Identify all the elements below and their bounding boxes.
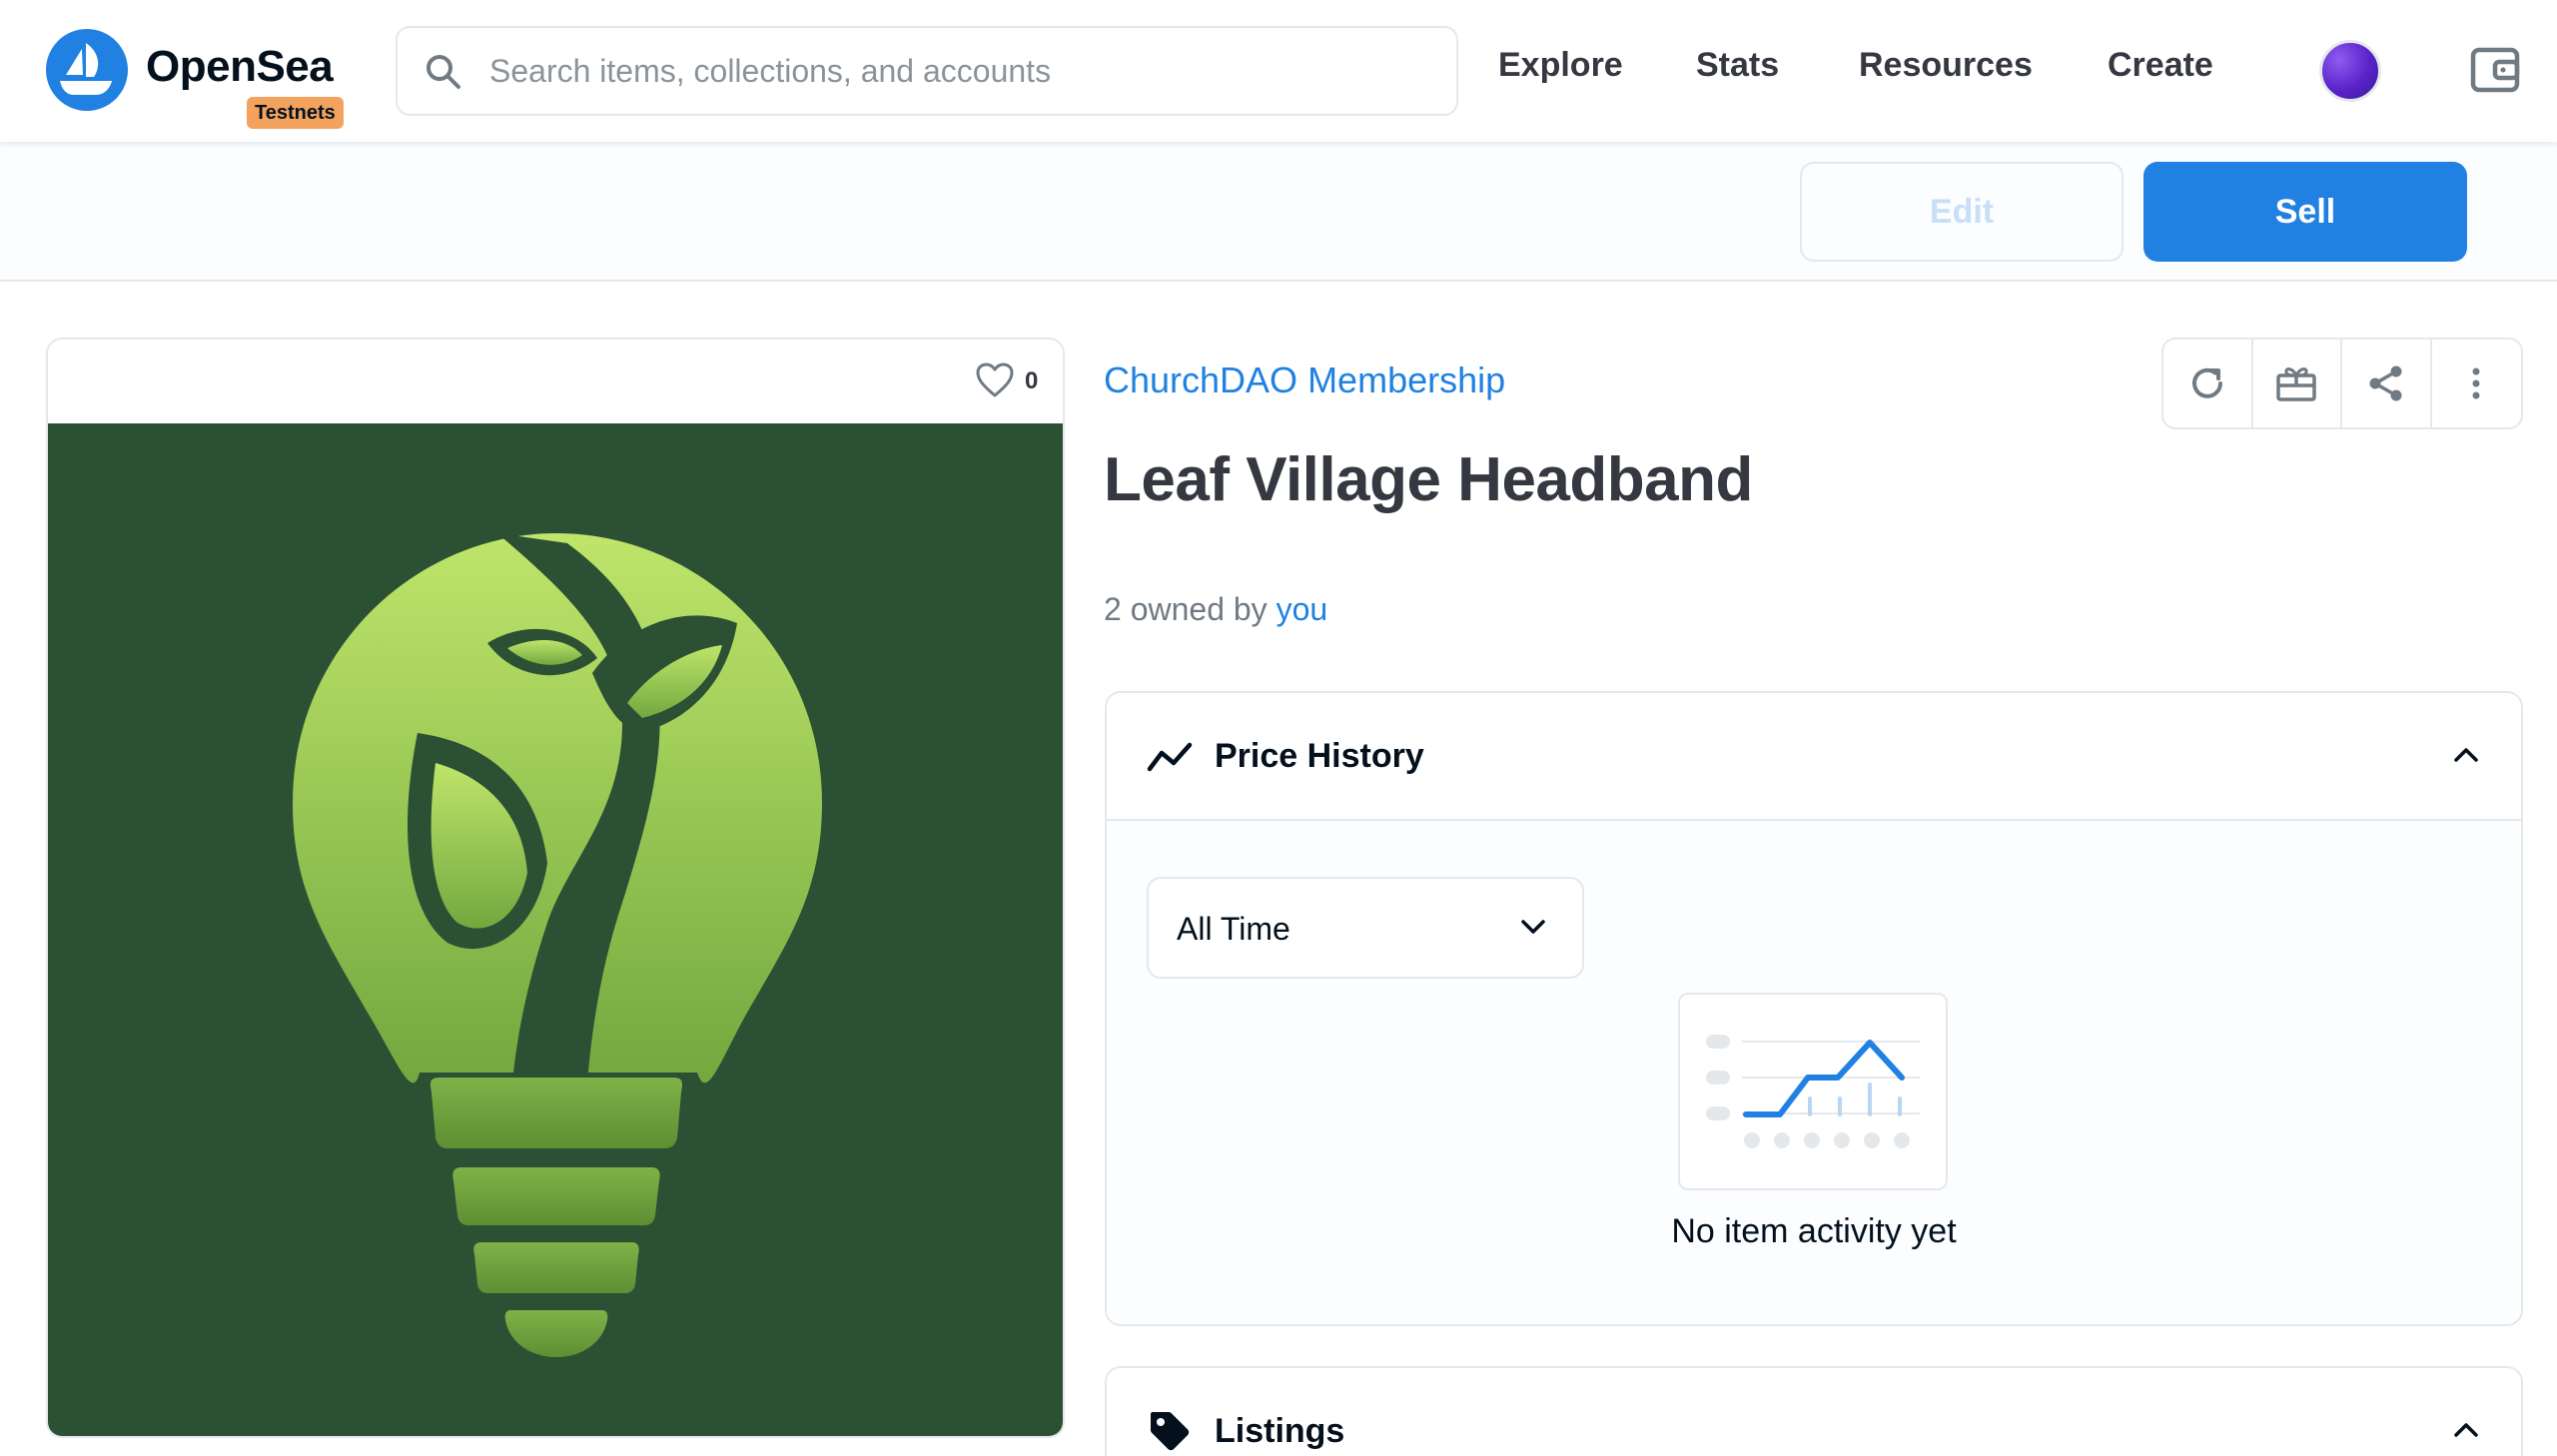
item-title: Leaf Village Headband	[1104, 445, 1753, 514]
owner-action-bar: Edit Sell	[0, 142, 2557, 282]
testnets-badge: Testnets	[247, 97, 344, 129]
edit-button[interactable]: Edit	[1800, 162, 2124, 262]
chevron-down-icon	[1521, 920, 1545, 934]
sell-button[interactable]: Sell	[2143, 162, 2467, 262]
chevron-up-icon[interactable]	[2451, 1418, 2481, 1442]
period-select[interactable]: All Time	[1147, 877, 1584, 979]
listings-header[interactable]: Listings	[1107, 1368, 2521, 1456]
empty-chart-illustration	[1678, 993, 1948, 1190]
no-activity-text: No item activity yet	[1671, 1212, 1957, 1250]
search-icon	[426, 55, 460, 89]
heart-icon[interactable]	[975, 362, 1015, 399]
chevron-up-icon[interactable]	[2451, 743, 2481, 767]
price-history-header[interactable]: Price History	[1107, 693, 2521, 821]
collection-link[interactable]: ChurchDAO Membership	[1104, 360, 1505, 401]
favorite-count: 0	[1025, 367, 1039, 394]
item-actions-group	[2161, 338, 2523, 429]
gift-icon	[2276, 367, 2316, 401]
wallet-icon[interactable]	[2467, 42, 2523, 98]
nav-stats[interactable]: Stats	[1696, 46, 1779, 85]
opensea-logo-icon[interactable]	[46, 29, 128, 111]
owner-link[interactable]: you	[1277, 591, 1328, 627]
transfer-button[interactable]	[2253, 340, 2342, 427]
more-options-button[interactable]	[2432, 340, 2521, 427]
trend-line-icon	[1147, 742, 1193, 772]
nav-resources[interactable]: Resources	[1859, 46, 2033, 85]
price-history-panel: Price History All Time No item activity …	[1105, 691, 2523, 1326]
listings-panel: Listings	[1105, 1366, 2523, 1456]
search-input[interactable]	[489, 46, 1428, 96]
profile-avatar[interactable]	[2319, 40, 2381, 102]
nft-artwork[interactable]	[48, 423, 1063, 1436]
period-select-value: All Time	[1177, 911, 1290, 947]
nav-explore[interactable]: Explore	[1498, 46, 1623, 85]
refresh-icon	[2191, 367, 2222, 398]
listings-title: Listings	[1215, 1412, 1345, 1450]
nav-create[interactable]: Create	[2108, 46, 2213, 85]
share-button[interactable]	[2342, 340, 2432, 427]
price-history-title: Price History	[1215, 737, 1424, 775]
item-image-card: 0	[46, 338, 1065, 1438]
brand-name[interactable]: OpenSea	[146, 42, 334, 92]
search-bar[interactable]	[396, 26, 1458, 116]
price-history-body: All Time No item activity yet	[1107, 821, 2521, 1324]
tag-icon	[1151, 1412, 1190, 1451]
share-icon	[2369, 365, 2402, 401]
owned-count-text: 2 owned by	[1104, 591, 1277, 627]
more-vertical-icon	[2472, 367, 2480, 399]
image-card-header: 0	[48, 340, 1063, 423]
refresh-button[interactable]	[2163, 340, 2253, 427]
ownership-info: 2 owned by you	[1104, 591, 1327, 628]
top-header: OpenSea Testnets Explore Stats Resources…	[0, 0, 2557, 142]
